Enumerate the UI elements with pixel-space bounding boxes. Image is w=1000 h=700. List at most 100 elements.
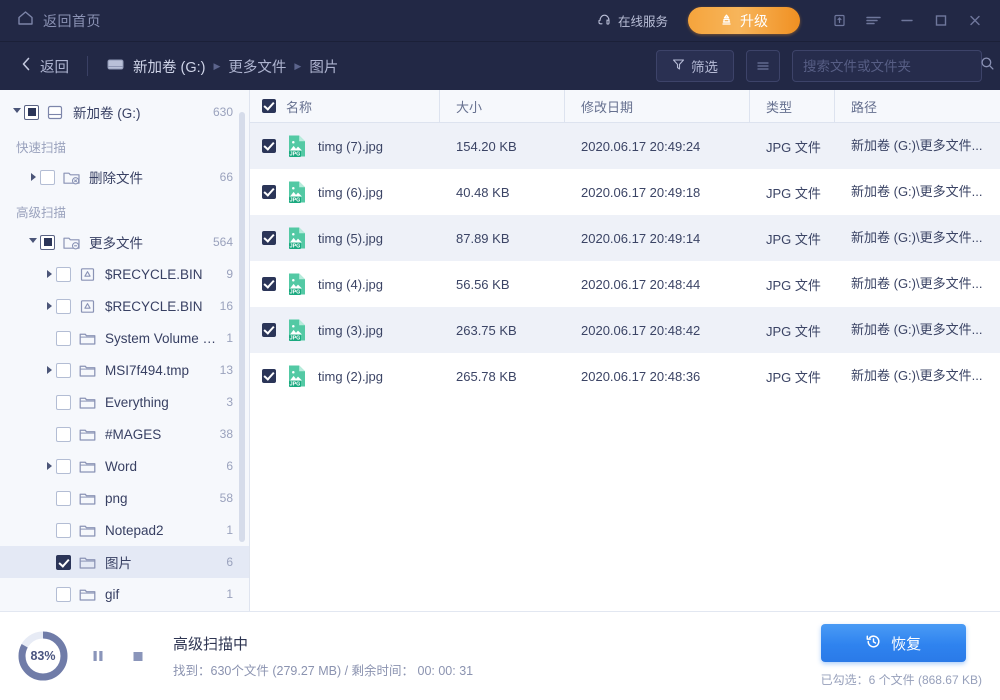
table-row[interactable]: JPGtimg (7).jpg154.20 KB2020.06.17 20:49…: [250, 123, 1000, 169]
chevron-right-icon[interactable]: [42, 366, 56, 374]
cell-name: JPGtimg (7).jpg: [250, 134, 440, 158]
tree-item-checkbox[interactable]: [40, 235, 55, 250]
close-icon[interactable]: [958, 6, 992, 36]
search-box[interactable]: [792, 50, 982, 82]
scan-progress-ring: 83%: [17, 630, 69, 682]
tree-item--g-[interactable]: 新加卷 (G:)630: [0, 96, 249, 128]
deleted-folder-icon: [62, 169, 81, 186]
upgrade-button[interactable]: 升级: [688, 7, 800, 34]
chevron-down-icon[interactable]: [26, 238, 40, 247]
stop-button[interactable]: [125, 643, 151, 669]
cell-name: JPGtimg (3).jpg: [250, 318, 440, 342]
tree-item-label: $RECYCLE.BIN: [105, 299, 212, 314]
column-header-type[interactable]: 类型: [750, 90, 835, 122]
row-checkbox[interactable]: [262, 277, 276, 291]
tree-item-checkbox[interactable]: [56, 587, 71, 602]
cell-name: JPGtimg (5).jpg: [250, 226, 440, 250]
column-header-date[interactable]: 修改日期: [565, 90, 750, 122]
breadcrumb-item-1[interactable]: 更多文件: [228, 56, 286, 77]
table-row[interactable]: JPGtimg (6).jpg40.48 KB2020.06.17 20:49:…: [250, 169, 1000, 215]
tree-item-count: 38: [220, 427, 233, 441]
table-row[interactable]: JPGtimg (3).jpg263.75 KB2020.06.17 20:48…: [250, 307, 1000, 353]
tree-item--[interactable]: 更多文件564: [0, 226, 249, 258]
recover-button[interactable]: 恢复: [821, 624, 966, 662]
tree-item-checkbox[interactable]: [40, 170, 55, 185]
row-checkbox[interactable]: [262, 231, 276, 245]
tree-item-checkbox[interactable]: [56, 523, 71, 538]
pause-button[interactable]: [85, 643, 111, 669]
cell-date: 2020.06.17 20:49:24: [565, 139, 750, 154]
folder-icon: [78, 362, 97, 379]
share-icon[interactable]: [822, 6, 856, 36]
search-input[interactable]: [803, 59, 980, 74]
tree-item-checkbox[interactable]: [24, 105, 39, 120]
tree-item-word[interactable]: Word6: [0, 450, 249, 482]
tree-item--recycle-bin[interactable]: $RECYCLE.BIN16: [0, 290, 249, 322]
table-row[interactable]: JPGtimg (2).jpg265.78 KB2020.06.17 20:48…: [250, 353, 1000, 399]
column-header-name[interactable]: 名称: [250, 90, 440, 122]
row-checkbox[interactable]: [262, 369, 276, 383]
tree-item-gif[interactable]: gif1: [0, 578, 249, 610]
breadcrumb-item-2[interactable]: 图片: [309, 56, 338, 77]
column-header-size[interactable]: 大小: [440, 90, 565, 122]
cell-date: 2020.06.17 20:49:14: [565, 231, 750, 246]
tree-item-system-volume-inf-[interactable]: System Volume Inf...1: [0, 322, 249, 354]
tree-item-checkbox[interactable]: [56, 459, 71, 474]
cell-name: JPGtimg (4).jpg: [250, 272, 440, 296]
table-row[interactable]: JPGtimg (5).jpg87.89 KB2020.06.17 20:49:…: [250, 215, 1000, 261]
tree-item-checkbox[interactable]: [56, 363, 71, 378]
sidebar-scrollbar[interactable]: [239, 112, 245, 542]
folder-icon: [78, 522, 97, 539]
tree-item-checkbox[interactable]: [56, 331, 71, 346]
filter-button[interactable]: 筛选: [656, 50, 734, 82]
row-checkbox[interactable]: [262, 185, 276, 199]
back-to-home-button[interactable]: 返回首页: [17, 10, 101, 31]
select-all-checkbox[interactable]: [262, 99, 276, 113]
chevron-right-icon[interactable]: [42, 302, 56, 310]
navigation-bar: 返回 新加卷 (G:) ▶ 更多文件 ▶ 图片 筛选: [0, 42, 1000, 90]
search-icon[interactable]: [980, 56, 995, 76]
home-icon: [17, 10, 34, 31]
maximize-icon[interactable]: [924, 6, 958, 36]
tree-item-png[interactable]: png58: [0, 482, 249, 514]
tree-item-count: 6: [226, 459, 233, 473]
cell-name: JPGtimg (6).jpg: [250, 180, 440, 204]
back-button[interactable]: 返回: [20, 56, 69, 77]
folder-tree: 新加卷 (G:)630快速扫描删除文件66高级扫描更多文件564$RECYCLE…: [0, 90, 249, 611]
chevron-right-icon[interactable]: [42, 270, 56, 278]
funnel-icon: [672, 58, 685, 74]
tree-item-checkbox[interactable]: [56, 427, 71, 442]
tree-item-checkbox[interactable]: [56, 267, 71, 282]
tree-item-notepad2[interactable]: Notepad21: [0, 514, 249, 546]
tree-item--[interactable]: 图片6: [0, 546, 249, 578]
tree-item-checkbox[interactable]: [56, 555, 71, 570]
tree-item-count: 1: [226, 523, 233, 537]
online-service-button[interactable]: 在线服务: [597, 11, 668, 30]
column-header-path[interactable]: 路径: [835, 90, 1000, 122]
tree-item-label: MSI7f494.tmp: [105, 363, 212, 378]
jpg-file-icon: JPG: [286, 364, 308, 388]
tree-item-checkbox[interactable]: [56, 299, 71, 314]
tree-item--mages[interactable]: #MAGES38: [0, 418, 249, 450]
more-folder-icon: [62, 234, 81, 251]
list-view-icon[interactable]: [746, 50, 780, 82]
table-row[interactable]: JPGtimg (4).jpg56.56 KB2020.06.17 20:48:…: [250, 261, 1000, 307]
cell-date: 2020.06.17 20:48:36: [565, 369, 750, 384]
tree-item--[interactable]: 删除文件66: [0, 161, 249, 193]
chevron-down-icon[interactable]: [10, 108, 24, 117]
minimize-icon[interactable]: [890, 6, 924, 36]
tree-item--recycle-bin[interactable]: $RECYCLE.BIN9: [0, 258, 249, 290]
tree-item-checkbox[interactable]: [56, 395, 71, 410]
cell-name: JPGtimg (2).jpg: [250, 364, 440, 388]
row-checkbox[interactable]: [262, 139, 276, 153]
chevron-right-icon[interactable]: [42, 462, 56, 470]
tree-item-everything[interactable]: Everything3: [0, 386, 249, 418]
breadcrumb-item-0[interactable]: 新加卷 (G:): [133, 56, 206, 77]
cell-size: 265.78 KB: [440, 369, 565, 384]
tree-item-count: 3: [226, 395, 233, 409]
row-checkbox[interactable]: [262, 323, 276, 337]
tree-item-msi7f494-tmp[interactable]: MSI7f494.tmp13: [0, 354, 249, 386]
chevron-right-icon[interactable]: [26, 173, 40, 181]
menu-icon[interactable]: [856, 6, 890, 36]
tree-item-checkbox[interactable]: [56, 491, 71, 506]
